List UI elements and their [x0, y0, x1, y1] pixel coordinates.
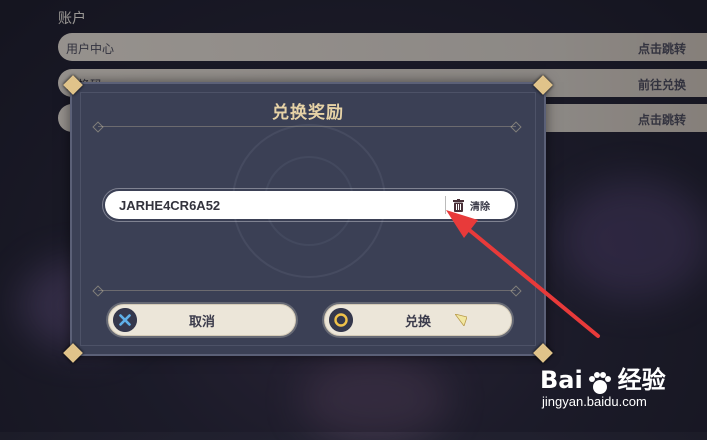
- baidu-url: jingyan.baidu.com: [542, 394, 647, 409]
- baidu-watermark: Bai 经验 jingyan.baidu.com: [540, 360, 666, 409]
- baidu-brand-suffix: 经验: [617, 366, 666, 394]
- paw-icon: [589, 371, 612, 394]
- baidu-brand: Bai: [540, 366, 583, 394]
